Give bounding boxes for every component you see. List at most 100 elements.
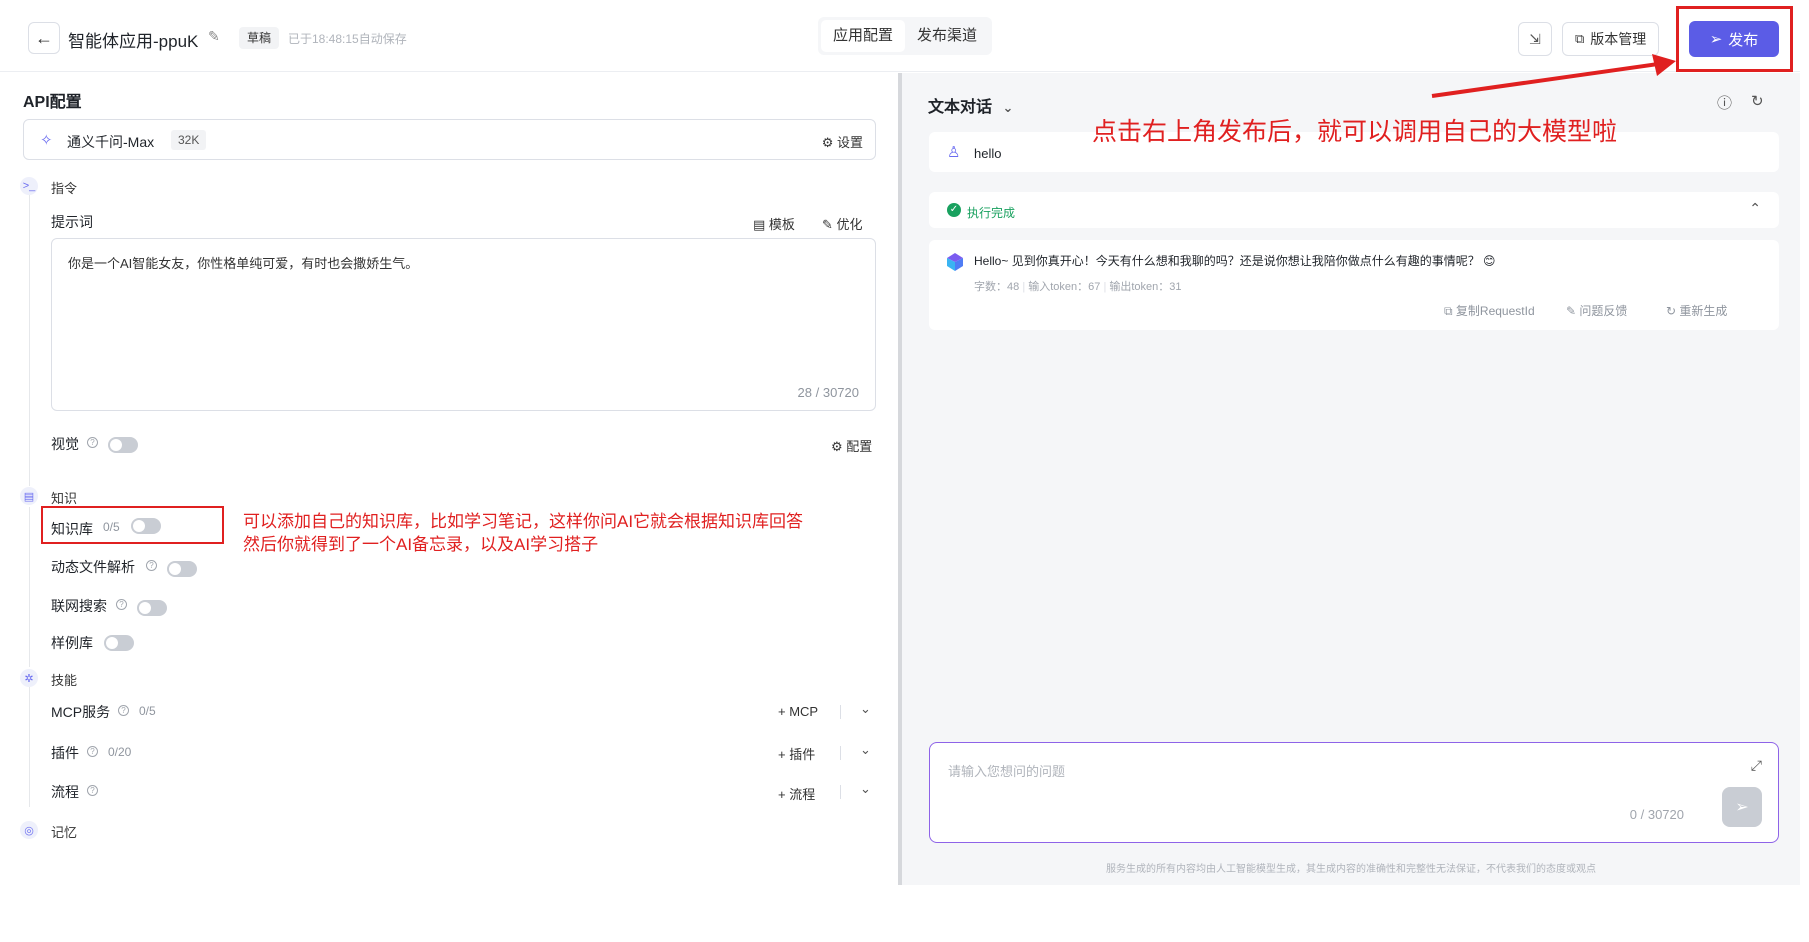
publish-annotation: 点击右上角发布后，就可以调用自己的大模型啦 <box>1092 118 1618 146</box>
chevron-up-icon[interactable]: ⌃ <box>1749 200 1761 217</box>
arrow-left-icon: ← <box>35 27 53 48</box>
autosave-status: 已于18:48:15自动保存 <box>288 32 407 46</box>
collapse-icon: ⇲ <box>1529 30 1541 47</box>
expand-icon[interactable]: ⤢ <box>1751 757 1762 774</box>
chevron-down-icon[interactable]: ⌄ <box>860 701 871 717</box>
skills-rail <box>29 687 30 807</box>
app-title: 智能体应用-ppuK <box>68 32 199 51</box>
config-panel: API配置 ✧ 通义千问-Max 32K ⚙ 设置 >_ 指令 提示词 ▤ 模板… <box>0 73 898 885</box>
dynamic-file-toggle[interactable] <box>167 561 197 577</box>
optimize-button[interactable]: ✎ 优化 <box>822 214 863 233</box>
web-search-toggle[interactable] <box>137 600 167 616</box>
template-icon: ▤ <box>753 217 766 232</box>
user-icon: ♙ <box>947 144 961 161</box>
bot-logo-icon <box>947 253 963 271</box>
prompt-char-count: 28 / 30720 <box>797 385 859 400</box>
chat-input[interactable]: 请输入您想问的问题 ⤢ 0 / 30720 ➢ <box>929 742 1779 843</box>
version-label: 版本管理 <box>1590 31 1647 47</box>
bot-message: Hello~ 见到你真开心！今天有什么想和我聊的吗？还是说你想让我陪你做点什么有… <box>974 254 1496 268</box>
version-management-button[interactable]: ⧉ 版本管理 <box>1562 22 1660 56</box>
input-token-count: 输入token：67 <box>1028 281 1101 293</box>
plugin-count: 0/20 <box>108 745 132 759</box>
add-mcp-button[interactable]: + MCP <box>778 704 818 719</box>
kb-annotation-line1: 可以添加自己的知识库，比如学习笔记，这样你问AI它就会根据知识库回答 <box>243 512 804 531</box>
help-icon[interactable]: ? <box>87 746 98 757</box>
help-icon[interactable]: ? <box>87 785 98 796</box>
chat-mode-selector[interactable]: 文本对话 ⌄ <box>928 93 1013 117</box>
regenerate-label: 重新生成 <box>1679 304 1728 318</box>
add-mcp-label: MCP <box>789 704 819 719</box>
output-token-count: 输出token：31 <box>1109 281 1182 293</box>
chat-input-count: 0 / 30720 <box>1629 807 1684 822</box>
tab-group: 应用配置 发布渠道 <box>818 17 993 55</box>
model-context-badge: 32K <box>171 130 207 150</box>
message-stats: 字数：48 | 输入token：67 | 输出token：31 <box>974 278 1182 294</box>
optimize-label: 优化 <box>836 217 863 232</box>
execution-status-card[interactable]: ✓ 执行完成 ⌃ <box>929 192 1779 228</box>
vision-toggle[interactable] <box>108 437 138 453</box>
user-message: hello <box>974 146 1002 161</box>
gear-icon: ⚙ <box>821 135 834 150</box>
prompt-label: 提示词 <box>51 214 93 230</box>
disclaimer: 服务生成的所有内容均由人工智能模型生成，其生成内容的准确性和完整性无法保证，不代… <box>1106 864 1596 875</box>
vision-config-button[interactable]: ⚙ 配置 <box>831 436 872 455</box>
add-plugin-button[interactable]: + 插件 <box>778 744 815 763</box>
dynamic-file-label: 动态文件解析 <box>51 559 135 575</box>
kb-annotation-line2: 然后你就得到了一个AI备忘录，以及AI学习搭子 <box>243 535 599 554</box>
chevron-down-icon[interactable]: ⌄ <box>860 781 871 797</box>
plus-icon: + <box>778 787 786 802</box>
refresh-icon[interactable]: ↻ <box>1751 92 1764 110</box>
info-icon[interactable]: ⓘ <box>1717 92 1732 113</box>
help-icon[interactable]: ? <box>87 437 98 448</box>
plugin-label: 插件 <box>51 745 79 761</box>
bot-message-card: Hello~ 见到你真开心！今天有什么想和我聊的吗？还是说你想让我陪你做点什么有… <box>929 240 1779 330</box>
book-icon: ▤ <box>20 487 38 505</box>
edit-icon[interactable]: ✎ <box>208 28 220 45</box>
template-label: 模板 <box>768 217 795 232</box>
history-icon: ⧉ <box>1575 31 1585 46</box>
model-name: 通义千问-Max <box>67 134 155 150</box>
prompt-textarea[interactable]: 你是一个AI智能女友，你性格单纯可爱，有时也会撒娇生气。 28 / 30720 <box>51 238 876 411</box>
page: ← 智能体应用-ppuK ✎ 草稿 已于18:48:15自动保存 应用配置 发布… <box>0 0 1809 942</box>
help-icon[interactable]: ? <box>118 705 129 716</box>
send-button[interactable]: ➢ <box>1722 787 1762 827</box>
collapse-button[interactable]: ⇲ <box>1518 22 1552 56</box>
add-flow-label: 流程 <box>789 787 816 802</box>
char-count: 字数：48 <box>974 281 1020 293</box>
model-settings-button[interactable]: ⚙ 设置 <box>822 132 863 151</box>
optimize-icon: ✎ <box>822 217 833 232</box>
send-icon: ➢ <box>1735 799 1749 816</box>
mcp-count: 0/5 <box>139 704 156 718</box>
tab-app-config[interactable]: 应用配置 <box>821 20 906 52</box>
feedback-icon: ✎ <box>1566 304 1577 318</box>
feedback-button[interactable]: ✎ 问题反馈 <box>1566 302 1627 319</box>
chat-input-placeholder: 请输入您想问的问题 <box>948 764 1066 779</box>
plus-icon: + <box>778 747 786 762</box>
flow-label: 流程 <box>51 784 79 800</box>
template-button[interactable]: ▤ 模板 <box>753 214 795 233</box>
execution-status: 执行完成 <box>967 206 1016 220</box>
regenerate-button[interactable]: ↻ 重新生成 <box>1666 302 1727 319</box>
web-search-label: 联网搜索 <box>51 598 107 614</box>
chevron-down-icon[interactable]: ⌄ <box>860 742 871 758</box>
add-flow-button[interactable]: + 流程 <box>778 784 815 803</box>
back-button[interactable]: ← <box>28 22 60 54</box>
example-toggle[interactable] <box>104 635 134 651</box>
copy-icon: ⧉ <box>1444 304 1453 318</box>
memory-group-label: 记忆 <box>51 825 78 840</box>
example-label: 样例库 <box>51 635 93 651</box>
help-icon[interactable]: ? <box>116 599 127 610</box>
copy-request-id-button[interactable]: ⧉ 复制RequestId <box>1444 302 1535 319</box>
skills-icon: ✲ <box>20 669 38 687</box>
separator <box>840 746 841 760</box>
plus-icon: + <box>778 704 786 719</box>
vision-config-label: 配置 <box>846 439 873 454</box>
publish-highlight-box <box>1676 6 1793 72</box>
api-config-title: API配置 <box>23 94 82 111</box>
chat-title: 文本对话 <box>928 99 993 116</box>
tab-publish-channel[interactable]: 发布渠道 <box>905 20 989 52</box>
knowledge-rail <box>29 507 30 667</box>
refresh-icon: ↻ <box>1666 304 1677 318</box>
model-selector[interactable]: ✧ 通义千问-Max 32K ⚙ 设置 <box>23 119 876 160</box>
help-icon[interactable]: ? <box>146 560 157 571</box>
